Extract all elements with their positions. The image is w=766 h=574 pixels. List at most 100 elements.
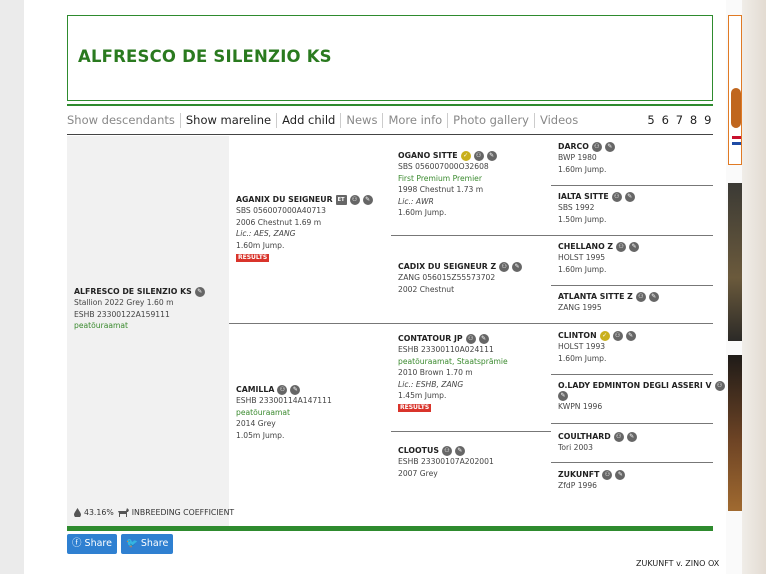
family-tree-icon[interactable]: ⚇ (616, 241, 627, 252)
pencil-icon[interactable]: ✎ (624, 191, 635, 202)
twitter-share-button[interactable]: 🐦 Share (121, 534, 174, 554)
divider (551, 423, 713, 424)
subject-entry: ALFRESCO DE SILENZIO KS ✎ Stallion 2022 G… (74, 286, 205, 332)
grandparent-name[interactable]: CADIX DU SEIGNEUR Z (398, 261, 496, 272)
great-grandparents-column: DARCO ⚇ ✎ BWP 1980 1.60m Jump. IALTA SITTE… (551, 136, 725, 526)
grandparent-name[interactable]: OGANO SITTE (398, 150, 458, 161)
great-grandparent-entry: ZUKUNFT ⚇ ✎ ZfdP 1996 (558, 469, 626, 492)
title-box: ALFRESCO DE SILENZIO KS (67, 15, 713, 101)
great-grandparent-info: ZfdP 1996 (558, 481, 598, 491)
family-tree-icon[interactable]: ⚇ (441, 445, 452, 456)
advertisement-banner[interactable] (728, 183, 742, 341)
pencil-icon[interactable]: ✎ (626, 431, 637, 442)
flag-icon (732, 136, 741, 145)
tab-more-info[interactable]: More info (382, 113, 447, 128)
family-tree-icon[interactable]: ⚇ (499, 261, 510, 272)
pencil-icon[interactable]: ✎ (648, 291, 659, 302)
great-grandparent-entry: IALTA SITTE ⚇ ✎ SBS 1992 1.50m Jump. (558, 191, 635, 225)
generation-pagination[interactable]: 5 6 7 8 9 (647, 113, 713, 127)
family-tree-icon[interactable]: ⚇ (635, 291, 646, 302)
advertisement-banner[interactable] (728, 355, 742, 511)
sire-results-button[interactable]: RESULTS (236, 254, 270, 263)
family-tree-icon[interactable]: ⚇ (349, 194, 360, 205)
grandparent-licence: Lic.: ESHB, ZANG (398, 379, 464, 389)
sire-info: 2006 Chestnut 1.69 m (236, 217, 322, 227)
pencil-icon[interactable]: ✎ (625, 330, 636, 341)
divider (229, 323, 391, 324)
tab-videos[interactable]: Videos (533, 113, 583, 128)
tab-news[interactable]: News (340, 113, 382, 128)
divider (551, 374, 713, 375)
family-tree-icon[interactable]: ⚇ (613, 431, 624, 442)
family-tree-icon[interactable]: ⚇ (612, 330, 623, 341)
great-grandparent-name[interactable]: CHELLANO Z (558, 241, 613, 252)
great-grandparent-info: KWPN 1996 (558, 402, 603, 412)
pencil-icon[interactable]: ✎ (604, 141, 615, 152)
great-grandparent-name[interactable]: ATLANTA SITTE Z (558, 291, 633, 302)
tab-photo-gallery[interactable]: Photo gallery (447, 113, 534, 128)
tab-show-descendants[interactable]: Show descendants (67, 113, 180, 128)
family-tree-icon[interactable]: ⚇ (277, 384, 288, 395)
grandparent-entry: CLOOTUS ⚇ ✎ ESHB 23300107A202001 2007 Grey (398, 445, 494, 479)
family-tree-icon[interactable]: ⚇ (591, 141, 602, 152)
divider (391, 431, 551, 432)
pencil-icon[interactable]: ✎ (512, 261, 523, 272)
subject-studbook: peatõuraamat (74, 321, 129, 331)
pencil-icon[interactable]: ✎ (454, 445, 465, 456)
family-tree-icon[interactable]: ⚇ (473, 150, 484, 161)
grandparent-entry: CONTATOUR JP ⚇ ✎ ESHB 23300110A024111 peat… (398, 333, 508, 413)
grandparent-sport: 1.60m Jump. (398, 208, 447, 218)
grandparent-results-button[interactable]: RESULTS (398, 404, 432, 413)
great-grandparent-name[interactable]: O.LADY EDMINTON DEGLI ASSERI V (558, 380, 712, 391)
tab-add-child[interactable]: Add child (276, 113, 340, 128)
grandparent-name[interactable]: CONTATOUR JP (398, 333, 463, 344)
tab-bar: Show descendants Show mareline Add child Ne… (67, 113, 713, 129)
great-grandparent-name[interactable]: IALTA SITTE (558, 191, 609, 202)
pencil-icon[interactable]: ✎ (615, 469, 626, 480)
pencil-icon[interactable]: ✎ (486, 150, 497, 161)
family-tree-icon[interactable]: ⚇ (611, 191, 622, 202)
sire-entry: AGANIX DU SEIGNEUR ET ⚇ ✎ SBS 056007000A407… (236, 194, 373, 263)
tabs-top-divider (67, 104, 713, 106)
advertisement-banner[interactable] (728, 15, 742, 165)
great-grandparent-name[interactable]: CLINTON (558, 330, 597, 341)
great-grandparent-entry: O.LADY EDMINTON DEGLI ASSERI V ⚇ ✎ KWPN 1… (558, 380, 725, 413)
divider (551, 235, 713, 236)
facebook-icon: ⓕ (72, 538, 82, 549)
great-grandparent-name[interactable]: DARCO (558, 141, 589, 152)
great-grandparent-info: BWP 1980 (558, 153, 597, 163)
great-grandparent-name[interactable]: COULTHARD (558, 431, 611, 442)
divider (551, 462, 713, 463)
subject-column: ALFRESCO DE SILENZIO KS ✎ Stallion 2022 G… (67, 136, 234, 526)
subject-name[interactable]: ALFRESCO DE SILENZIO KS (74, 286, 192, 297)
grandparent-name[interactable]: CLOOTUS (398, 445, 439, 456)
family-tree-icon[interactable]: ⚇ (465, 333, 476, 344)
subject-info: Stallion 2022 Grey 1.60 m (74, 298, 174, 308)
great-grandparent-name[interactable]: ZUKUNFT (558, 469, 599, 480)
great-grandparent-info: SBS 1992 (558, 203, 595, 213)
divider (551, 285, 713, 286)
sire-name[interactable]: AGANIX DU SEIGNEUR (236, 194, 333, 205)
great-grandparent-sport: 1.60m Jump. (558, 264, 607, 274)
pencil-icon[interactable]: ✎ (478, 333, 489, 344)
background-edge (742, 0, 766, 574)
footer-caption: ZUKUNFT v. ZINO OX (636, 559, 720, 568)
family-tree-icon[interactable]: ⚇ (714, 380, 725, 391)
inbreeding-label[interactable]: INBREEDING COEFFICIENT (132, 508, 234, 517)
tab-show-mareline[interactable]: Show mareline (179, 113, 276, 128)
pencil-icon[interactable]: ✎ (194, 286, 205, 297)
et-badge-icon: ET (335, 194, 347, 205)
grandparent-registration: ESHB 23300107A202001 (398, 457, 494, 467)
dam-info: 2014 Grey (236, 419, 276, 429)
dam-name[interactable]: CAMILLA (236, 384, 274, 395)
facebook-share-label: Share (84, 538, 112, 549)
pencil-icon[interactable]: ✎ (629, 241, 640, 252)
page-content: ALFRESCO DE SILENZIO KS Show descendants… (24, 0, 742, 574)
pencil-icon[interactable]: ✎ (362, 194, 373, 205)
great-grandparent-sport: 1.50m Jump. (558, 214, 607, 224)
pencil-icon[interactable]: ✎ (290, 384, 301, 395)
family-tree-icon[interactable]: ⚇ (602, 469, 613, 480)
pencil-icon[interactable]: ✎ (558, 391, 568, 402)
facebook-share-button[interactable]: ⓕ Share (67, 534, 117, 554)
divider (551, 323, 713, 324)
